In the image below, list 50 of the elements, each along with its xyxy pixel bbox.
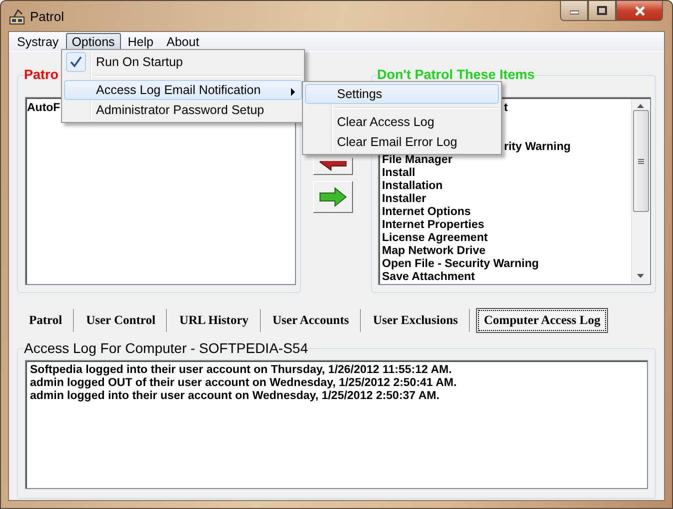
list-item[interactable]: Install	[382, 167, 650, 180]
log-line: admin logged OUT of their user account on Wednesday, 1/25/2012 2:50:41 AM.	[30, 377, 458, 390]
move-left-button[interactable]	[313, 158, 353, 175]
log-line: Softpedia logged into their user account on Thursday, 1/26/2012 11:55:12 AM.	[30, 364, 453, 377]
log-line: admin logged into their user account on Wednesday, 1/25/2012 2:50:37 AM.	[30, 390, 440, 403]
list-item[interactable]: Map Network Drive	[382, 245, 650, 258]
menu-item[interactable]: Settings	[305, 84, 499, 104]
group-title: Access Log For Computer - SOFTPEDIA-S54	[24, 340, 308, 356]
maximize-button[interactable]	[588, 1, 616, 21]
window-title: Patrol	[30, 8, 64, 24]
list-item[interactable]: License Agreement	[382, 232, 650, 245]
menu-item[interactable]: About	[160, 32, 206, 50]
move-right-button[interactable]	[313, 181, 353, 213]
log-text-area[interactable]	[25, 360, 648, 489]
menu-item[interactable]: Systray	[11, 32, 65, 50]
tab[interactable]: Computer Access Log	[476, 308, 608, 333]
list-item[interactable]: Internet Options	[382, 206, 650, 219]
left-arrow-icon	[319, 161, 347, 171]
list-item[interactable]: Installation	[382, 180, 650, 193]
tab[interactable]: User Exclusions	[362, 309, 470, 332]
submenu-arrow-icon	[291, 88, 295, 96]
right-arrow-icon	[319, 186, 347, 208]
menu-item[interactable]: Help	[122, 32, 160, 50]
menu-item[interactable]: Access Log Email Notification	[64, 80, 302, 100]
scroll-down-icon[interactable]	[637, 274, 644, 278]
tab[interactable]: URL History	[168, 309, 261, 332]
close-icon	[634, 6, 644, 16]
list-item[interactable]: File Manager	[382, 154, 650, 167]
maximize-icon	[597, 6, 607, 15]
menu-item[interactable]: Run On Startup	[64, 52, 302, 72]
list-item[interactable]: Save Attachment	[382, 271, 650, 284]
scroll-up-icon[interactable]	[637, 104, 644, 108]
list-item[interactable]: t	[504, 102, 508, 115]
scrollbar[interactable]	[631, 99, 649, 283]
scroll-thumb[interactable]	[632, 110, 648, 212]
app-icon	[9, 8, 25, 24]
list-item[interactable]: Installer	[382, 193, 650, 206]
menu-item[interactable]: Options	[66, 32, 121, 50]
list-item[interactable]: Open File - Security Warning	[382, 258, 650, 271]
minimize-button[interactable]	[560, 1, 588, 21]
close-button[interactable]	[616, 1, 663, 21]
grip-icon	[638, 158, 644, 164]
tab[interactable]: User Control	[75, 309, 168, 332]
tab[interactable]: User Accounts	[262, 309, 362, 332]
group-title: Patro	[24, 69, 59, 81]
tab[interactable]: Patrol	[18, 309, 74, 332]
list-item[interactable]: rity Warning	[504, 141, 571, 154]
check-icon	[70, 56, 82, 68]
list-item[interactable]: Internet Properties	[382, 219, 650, 232]
group-title: Don't Patrol These Items	[377, 69, 535, 81]
